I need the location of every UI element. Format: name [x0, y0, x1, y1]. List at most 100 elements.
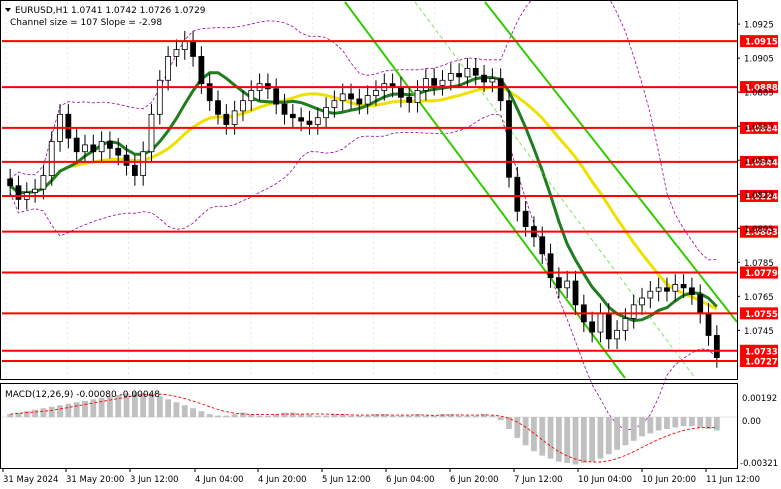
candle-body: [481, 74, 487, 83]
candle-body: [506, 100, 512, 178]
macd-histogram-bar: [48, 406, 55, 418]
macd-histogram-bar: [281, 412, 288, 418]
candle-body: [73, 137, 80, 153]
candle-body: [589, 321, 596, 333]
macd-histogram-bar: [364, 415, 371, 418]
macd-histogram-bar: [564, 417, 571, 464]
candle-body: [248, 90, 255, 102]
candle-body: [298, 117, 305, 122]
candle-body: [439, 79, 446, 86]
macd-histogram-bar: [406, 415, 413, 418]
candle-body: [323, 107, 329, 119]
price-tick-label: 1.0745: [744, 327, 774, 337]
candle-body: [98, 141, 105, 153]
candle-body: [240, 100, 246, 112]
time-tick-label: 31 May 2024: [3, 475, 58, 485]
candle-body: [364, 95, 371, 105]
candle-body: [156, 79, 163, 115]
candle-body: [456, 73, 463, 78]
symbol-info: EURUSD,H1 1.0741 1.0742 1.0726 1.0729: [15, 6, 206, 16]
candle-body: [605, 312, 612, 340]
macd-histogram-bar: [240, 412, 246, 418]
candle-body: [215, 100, 221, 115]
candle-body: [348, 93, 354, 100]
time-tick-label: 31 May 20:00: [66, 475, 124, 485]
candle-body: [464, 67, 471, 78]
candle-body: [489, 78, 496, 83]
candle-body: [414, 90, 421, 103]
candle-body: [15, 185, 22, 200]
macd-histogram-bar: [198, 411, 205, 418]
candle-body: [181, 40, 188, 51]
macd-histogram-bar: [597, 417, 604, 459]
macd-histogram-bar: [23, 411, 30, 418]
candle-body: [165, 56, 172, 81]
candle-body: [697, 294, 704, 314]
candle-body: [273, 88, 280, 105]
time-tick-label: 10 Jun 20:00: [642, 475, 696, 485]
price-tick-label: 1.0865: [744, 123, 774, 133]
candle-body: [231, 110, 238, 125]
candle-body: [539, 236, 546, 255]
macd-histogram-bar: [639, 417, 645, 437]
macd-histogram-bar: [580, 417, 587, 464]
candle-body: [547, 253, 554, 279]
macd-tick-zero: 0.00: [742, 417, 761, 427]
macd-histogram-bar: [655, 417, 662, 431]
price-tick-label: 1.0885: [744, 89, 774, 99]
macd-histogram-bar: [622, 417, 629, 446]
candle-body: [123, 154, 130, 166]
channel-info: Channel size = 107 Slope = -2.98: [10, 18, 162, 28]
level-label: 1.0727: [745, 357, 778, 367]
macd-histogram-bar: [231, 414, 238, 418]
time-tick-label: 7 Jun 12:00: [514, 475, 563, 485]
macd-label: MACD(12,26,9) -0.00080 -0.00048: [5, 390, 160, 400]
macd-histogram-bar: [82, 400, 88, 418]
macd-histogram-bar: [215, 415, 221, 418]
candle-body: [472, 67, 479, 76]
macd-histogram-bar: [289, 412, 296, 418]
candle-body: [82, 144, 88, 153]
macd-histogram-bar: [514, 417, 521, 438]
macd-histogram-bar: [173, 402, 180, 418]
macd-histogram-bar: [605, 417, 612, 455]
macd-histogram-bar: [223, 415, 230, 418]
candle-body: [622, 318, 629, 331]
macd-histogram-bar: [547, 417, 554, 459]
macd-histogram-bar: [40, 408, 47, 418]
macd-histogram-bar: [589, 417, 596, 462]
candle-body: [140, 151, 147, 176]
candle-body: [522, 210, 529, 227]
macd-histogram-bar: [314, 415, 321, 418]
macd-histogram-bar: [614, 417, 620, 450]
macd-histogram-bar: [264, 415, 271, 418]
price-tick-label: 1.0905: [744, 55, 774, 65]
time-tick-label: 10 Jun 04:00: [578, 475, 632, 485]
macd-histogram-bar: [98, 397, 105, 418]
macd-histogram-bar: [389, 415, 396, 418]
level-label: 1.0779: [745, 269, 778, 279]
macd-histogram-bar: [464, 415, 471, 418]
candle-body: [680, 284, 687, 289]
candle-body: [306, 120, 313, 125]
candle-body: [664, 287, 670, 292]
macd-histogram-bar: [298, 414, 305, 418]
macd-histogram-bar: [497, 417, 504, 421]
time-tick-label: 3 Jun 12:00: [130, 475, 179, 485]
macd-histogram-bar: [472, 415, 479, 418]
candle-body: [331, 100, 338, 108]
macd-histogram-bar: [90, 399, 97, 418]
macd-histogram-bar: [32, 409, 39, 418]
candle-body: [32, 188, 38, 193]
macd-tick-top: 0.00192: [742, 394, 777, 404]
macd-histogram-bar: [7, 414, 14, 418]
macd-histogram-bar: [57, 405, 63, 418]
macd-tick-bottom: -0.00321: [740, 459, 778, 469]
candle-body: [689, 287, 695, 296]
time-tick-label: 6 Jun 04:00: [386, 475, 435, 485]
candle-body: [65, 113, 72, 139]
macd-histogram-bar: [697, 417, 704, 428]
macd-histogram-bar: [206, 414, 213, 418]
price-tick-label: 1.0785: [744, 259, 774, 269]
price-tick-label: 1.0925: [744, 21, 774, 31]
